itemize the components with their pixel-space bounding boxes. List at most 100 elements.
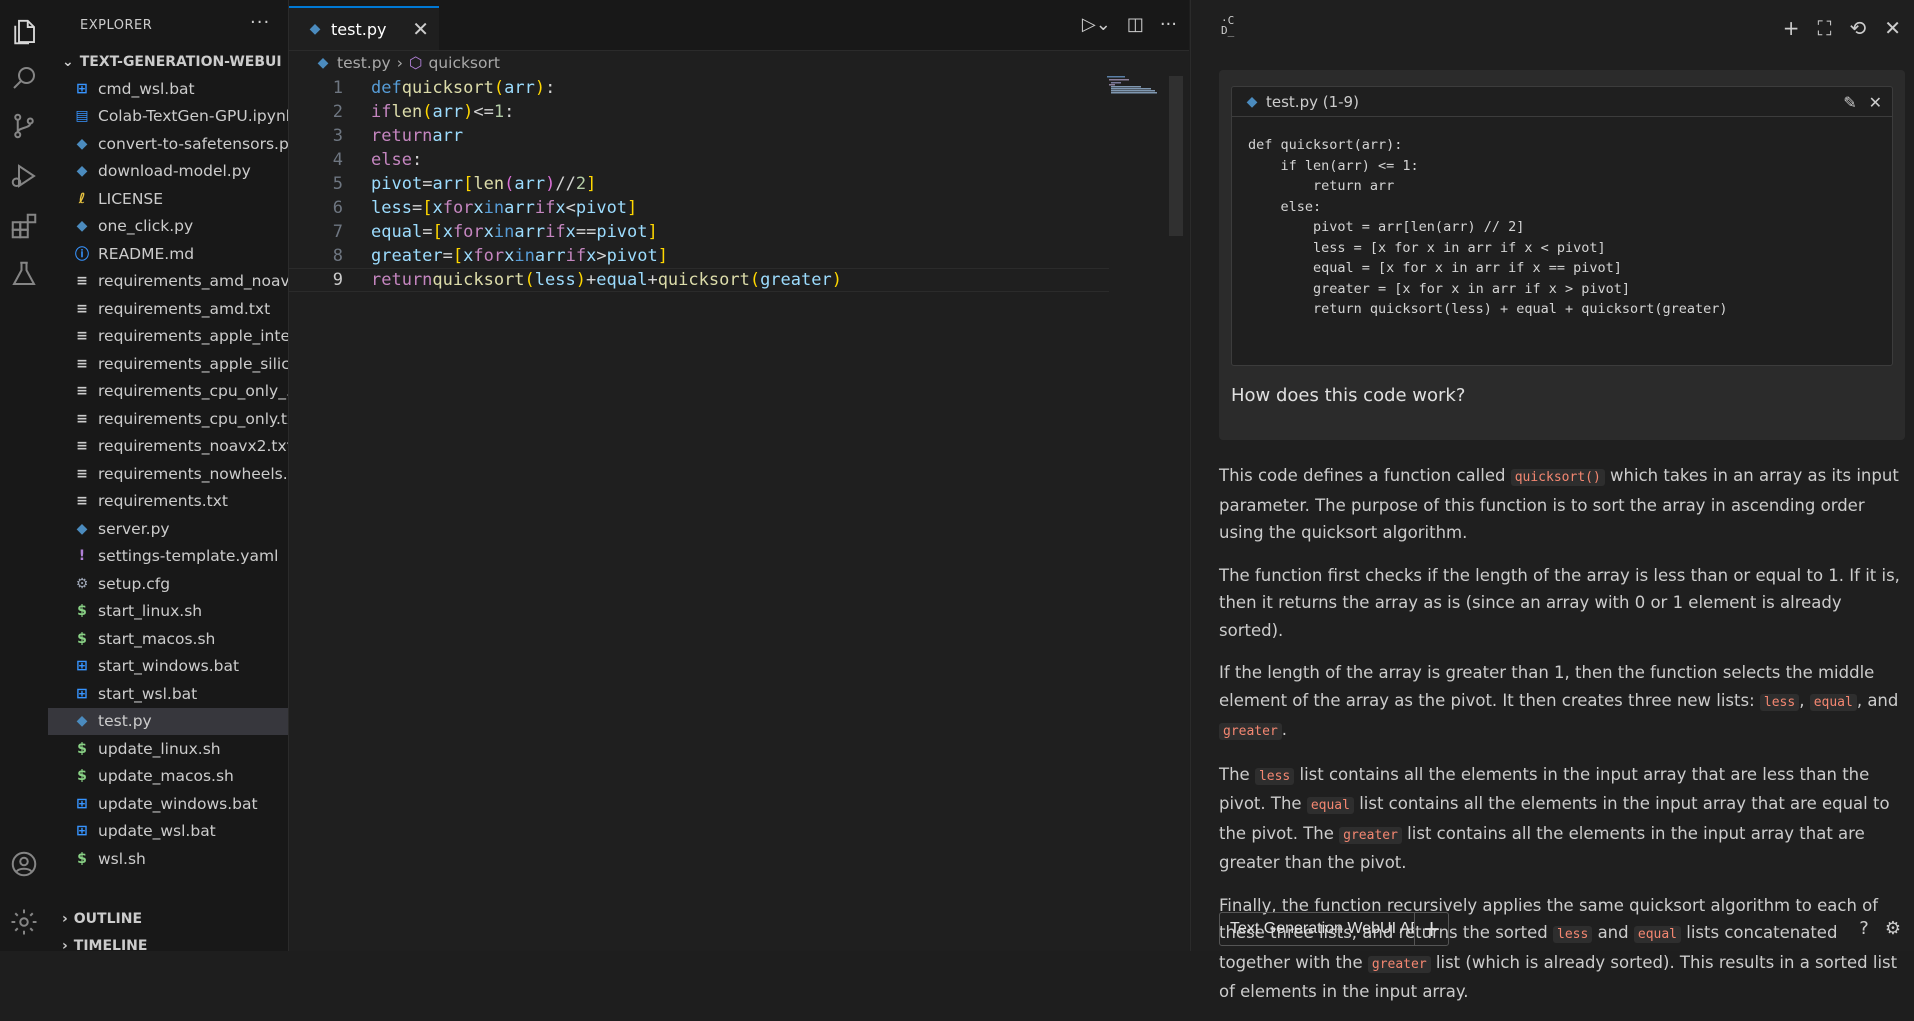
file-item[interactable]: $ update_linux.sh <box>48 735 288 763</box>
file-item[interactable]: ≡ requirements_amd.txt <box>48 295 288 323</box>
file-item[interactable]: ⊞ update_wsl.bat <box>48 818 288 846</box>
activity-bar <box>0 0 48 951</box>
chevron-down-icon: ⌄ <box>62 54 74 70</box>
file-item[interactable]: ≡ requirements.txt <box>48 488 288 516</box>
history-icon[interactable]: ⟲ <box>1849 16 1866 40</box>
help-icon[interactable]: ? <box>1859 918 1869 939</box>
windows-icon: ⊞ <box>76 658 88 675</box>
breadcrumb-symbol[interactable]: quicksort <box>428 54 499 72</box>
more-actions-icon[interactable]: ··· <box>250 12 270 33</box>
file-item[interactable]: $ start_macos.sh <box>48 625 288 653</box>
timeline-section[interactable]: › TIMELINE <box>62 938 147 951</box>
line-number: 7 <box>332 222 343 242</box>
file-label: start_linux.sh <box>98 602 203 621</box>
file-label: start_macos.sh <box>98 629 216 648</box>
gear-icon[interactable]: ⚙ <box>1885 918 1901 939</box>
python-icon: ◆ <box>76 163 88 180</box>
chevron-right-icon: › <box>396 54 403 72</box>
shell-icon: $ <box>77 630 87 647</box>
explorer-sidebar: EXPLORER ··· ⌄ TEXT-GENERATION-WEBUI ⊞ cm… <box>48 0 288 951</box>
file-label: convert-to-safetensors.py <box>98 134 288 153</box>
text-file-icon: ≡ <box>76 273 88 290</box>
file-label: setup.cfg <box>98 574 171 593</box>
file-label: update_linux.sh <box>98 739 221 758</box>
file-item[interactable]: ≡ requirements_noavx2.txt <box>48 433 288 461</box>
file-item[interactable]: ℓ LICENSE <box>48 185 288 213</box>
explorer-icon[interactable] <box>8 16 40 48</box>
user-question: How does this code work? <box>1231 385 1466 406</box>
add-model-button[interactable]: + <box>1414 913 1448 945</box>
file-item[interactable]: ≡ requirements_amd_noav... <box>48 268 288 296</box>
fullscreen-icon[interactable]: ⛶ <box>1817 16 1831 40</box>
source-control-icon[interactable] <box>8 110 40 142</box>
manage-gear-icon[interactable] <box>8 906 40 938</box>
close-icon[interactable]: ✕ <box>1884 16 1901 40</box>
code-editor[interactable]: 1 def quicksort(arr): 2 if len(arr) <= 1:… <box>289 76 1109 292</box>
close-icon[interactable]: ✕ <box>412 17 429 41</box>
close-icon[interactable]: ✕ <box>1869 93 1882 112</box>
run-icon[interactable]: ▷⌄ <box>1082 14 1111 35</box>
file-label: Colab-TextGen-GPU.ipynb <box>98 107 288 126</box>
more-actions-icon[interactable]: ··· <box>1160 14 1177 35</box>
tab-test-py[interactable]: ◆ test.py ✕ <box>289 6 439 50</box>
file-item[interactable]: ◆ convert-to-safetensors.py <box>48 130 288 158</box>
file-item[interactable]: ⊞ start_wsl.bat <box>48 680 288 708</box>
line-number: 5 <box>332 174 343 194</box>
new-session-icon[interactable]: + <box>1783 16 1800 40</box>
line-number: 9 <box>332 270 343 290</box>
file-item[interactable]: ▤ Colab-TextGen-GPU.ipynb <box>48 103 288 131</box>
file-item[interactable]: ◆ download-model.py <box>48 158 288 186</box>
editor-area: ◆ test.py ✕ ▷⌄ ◫ ··· ◆ test.py › ⬡ quick… <box>288 0 1189 951</box>
code-snippet: ◆ test.py (1-9) ✎ ✕ def quicksort(arr): … <box>1231 86 1893 366</box>
scrollbar[interactable] <box>1169 76 1183 236</box>
minimap[interactable] <box>1107 76 1171 94</box>
text-file-icon: ≡ <box>76 355 88 372</box>
breadcrumb-file[interactable]: test.py <box>337 54 391 72</box>
file-item[interactable]: ≡ requirements_apple_silic... <box>48 350 288 378</box>
model-selector[interactable]: Text Generation WebUI API S + <box>1219 912 1449 946</box>
python-icon: ◆ <box>317 55 329 71</box>
run-debug-icon[interactable] <box>8 160 40 192</box>
split-editor-icon[interactable]: ◫ <box>1127 14 1144 35</box>
line-number: 2 <box>332 102 343 122</box>
shell-icon: $ <box>77 850 87 867</box>
python-icon: ◆ <box>76 135 88 152</box>
code-line: 5 pivot = arr[len(arr) // 2] <box>289 172 1109 196</box>
file-item[interactable]: ⊞ cmd_wsl.bat <box>48 75 288 103</box>
file-item[interactable]: ≡ requirements_nowheels.... <box>48 460 288 488</box>
file-item[interactable]: ◆ test.py <box>48 707 288 735</box>
file-item[interactable]: ≡ requirements_cpu_only_... <box>48 378 288 406</box>
testing-icon[interactable] <box>8 258 40 290</box>
file-item[interactable]: ≡ requirements_apple_inte... <box>48 323 288 351</box>
python-icon: ◆ <box>1246 93 1258 110</box>
file-item[interactable]: ⊞ update_windows.bat <box>48 790 288 818</box>
file-item[interactable]: $ update_macos.sh <box>48 763 288 791</box>
info-icon: ⓘ <box>75 246 89 263</box>
file-item[interactable]: ! settings-template.yaml <box>48 543 288 571</box>
extensions-icon[interactable] <box>8 210 40 242</box>
file-item[interactable]: ≡ requirements_cpu_only.txt <box>48 405 288 433</box>
edit-icon[interactable]: ✎ <box>1843 93 1856 112</box>
file-item[interactable]: ⊞ start_windows.bat <box>48 653 288 681</box>
line-number: 1 <box>332 78 343 98</box>
file-label: requirements_amd.txt <box>98 299 271 318</box>
file-label: requirements_amd_noav... <box>98 272 288 291</box>
workspace-root[interactable]: ⌄ TEXT-GENERATION-WEBUI <box>62 54 282 70</box>
file-label: start_wsl.bat <box>98 684 198 703</box>
model-selector-label: Text Generation WebUI API S <box>1230 920 1414 937</box>
file-item[interactable]: ◆ server.py <box>48 515 288 543</box>
file-item[interactable]: ⓘ README.md <box>48 240 288 268</box>
file-item[interactable]: $ start_linux.sh <box>48 598 288 626</box>
yaml-icon: ! <box>78 548 86 565</box>
outline-section[interactable]: › OUTLINE <box>62 911 142 927</box>
file-label: settings-template.yaml <box>98 547 279 566</box>
file-item[interactable]: $ wsl.sh <box>48 845 288 873</box>
text-file-icon: ≡ <box>76 493 88 510</box>
file-item[interactable]: ⚙ setup.cfg <box>48 570 288 598</box>
file-item[interactable]: ◆ one_click.py <box>48 213 288 241</box>
account-icon[interactable] <box>8 848 40 880</box>
shell-icon: $ <box>77 740 87 757</box>
chevron-right-icon: › <box>62 938 68 951</box>
code-line: 6 less = [x for x in arr if x < pivot] <box>289 196 1109 220</box>
search-icon[interactable] <box>8 62 40 94</box>
